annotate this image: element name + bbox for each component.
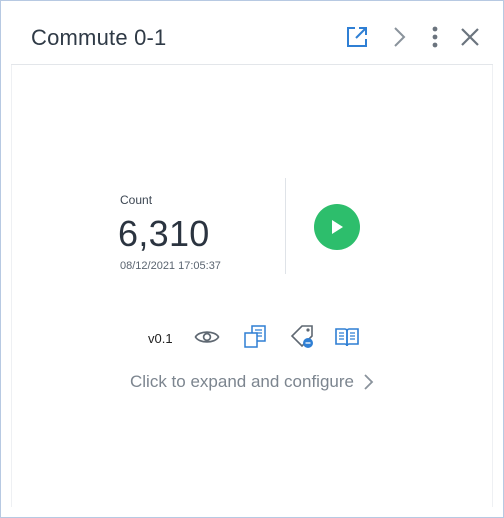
widget-header: Commute 0-1 bbox=[11, 11, 493, 65]
run-button[interactable] bbox=[314, 204, 360, 250]
tag-icon bbox=[290, 325, 313, 348]
close-button[interactable] bbox=[456, 23, 484, 51]
duplicate-button[interactable] bbox=[241, 323, 269, 351]
popout-button[interactable] bbox=[343, 23, 371, 51]
more-options-button[interactable] bbox=[421, 23, 449, 51]
next-button[interactable] bbox=[385, 23, 413, 51]
metric-value: 6,310 bbox=[118, 213, 210, 254]
documentation-button[interactable] bbox=[333, 323, 361, 351]
widget-body bbox=[11, 65, 493, 507]
metric-label: Count bbox=[120, 193, 153, 207]
play-icon bbox=[332, 220, 343, 234]
more-vertical-icon bbox=[432, 26, 438, 48]
chevron-right-icon bbox=[364, 374, 374, 390]
tag-button[interactable] bbox=[289, 323, 317, 351]
copy-icon bbox=[244, 325, 266, 348]
close-icon bbox=[461, 28, 479, 46]
widget-card: Commute 0-1 Count 6,310 08/12/2021 17:05… bbox=[0, 0, 504, 518]
expand-configure-link[interactable]: Click to expand and configure bbox=[130, 372, 374, 392]
external-link-icon bbox=[347, 27, 367, 47]
version-label: v0.1 bbox=[148, 331, 173, 346]
widget-toolbar: v0.1 bbox=[1, 323, 503, 351]
book-icon bbox=[335, 328, 359, 347]
preview-button[interactable] bbox=[193, 323, 221, 351]
chevron-right-icon bbox=[394, 27, 406, 47]
vertical-divider bbox=[285, 178, 286, 274]
widget-title: Commute 0-1 bbox=[31, 25, 167, 50]
eye-icon bbox=[194, 331, 220, 343]
expand-configure-label: Click to expand and configure bbox=[130, 372, 354, 391]
metric-timestamp: 08/12/2021 17:05:37 bbox=[120, 260, 221, 272]
